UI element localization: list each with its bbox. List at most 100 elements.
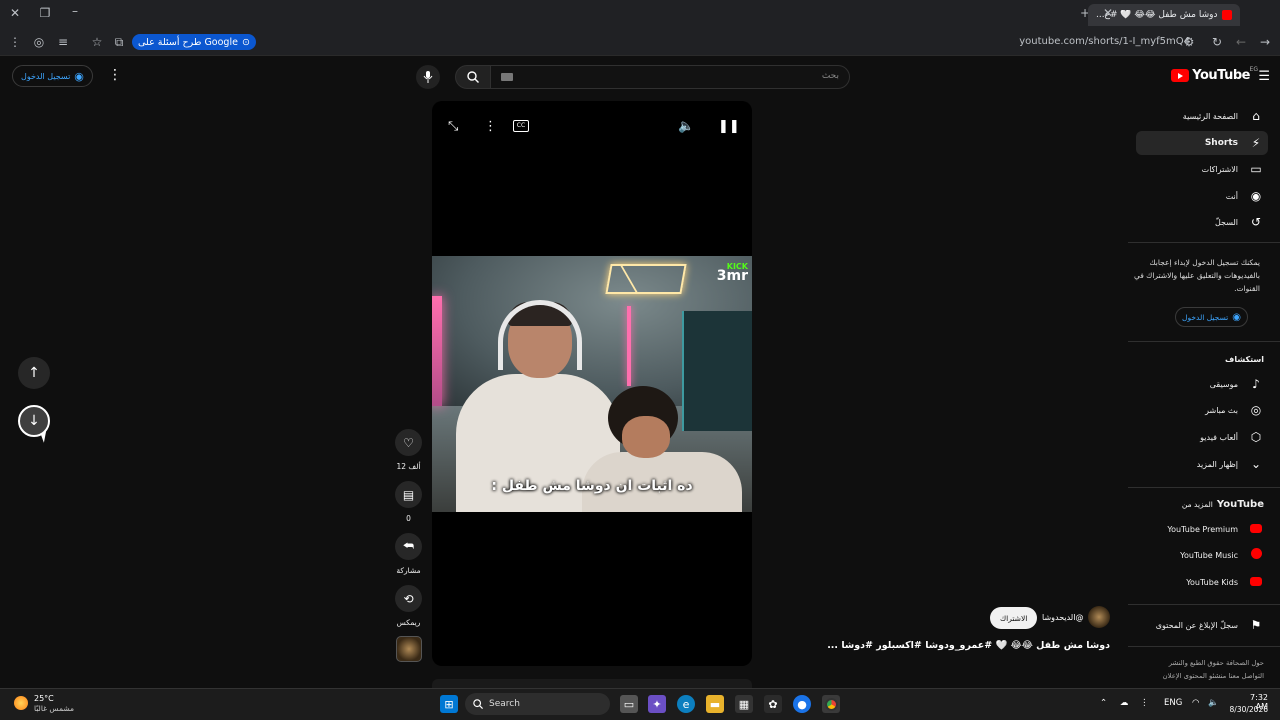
taskbar-search[interactable]: Search bbox=[465, 693, 610, 715]
settings-menu-icon[interactable]: ⋮ bbox=[108, 68, 122, 82]
more-options-icon[interactable]: ⋮ bbox=[484, 119, 497, 134]
more-from-youtube-heading: المزيد من YouTube bbox=[1182, 499, 1264, 510]
remix-button[interactable]: ⟲ bbox=[395, 585, 422, 612]
task-view-icon[interactable]: ▭ bbox=[620, 695, 638, 713]
share-button[interactable]: ⮪ bbox=[395, 533, 422, 560]
footer-links-1[interactable]: حول الصحافة حقوق الطبع والنشر bbox=[1124, 657, 1264, 670]
flag-icon: ⚑ bbox=[1250, 618, 1262, 632]
windows-start-icon[interactable]: ⊞ bbox=[440, 695, 458, 713]
previous-short-button[interactable]: ↑ bbox=[18, 357, 50, 389]
sidebar-item-history[interactable]: السجلّ ↺ bbox=[1136, 210, 1268, 234]
sidebar-item-label: السجلّ bbox=[1214, 217, 1238, 227]
more-heading-prefix: المزيد من bbox=[1181, 500, 1213, 509]
copilot-icon[interactable]: ✦ bbox=[648, 695, 666, 713]
sidebar-item-shorts[interactable]: Shorts ⚡ bbox=[1136, 131, 1268, 155]
clock-date[interactable]: 8/30/2026 bbox=[1226, 705, 1268, 714]
minimize-window-icon[interactable]: – bbox=[68, 4, 82, 18]
video-frame[interactable]: KICK 3mr ده اثبات ان دوشا مش طفل : bbox=[432, 256, 752, 512]
tray-app-icon[interactable]: ⋮ bbox=[1140, 698, 1149, 708]
channel-avatar[interactable] bbox=[1088, 606, 1110, 628]
forward-icon[interactable]: ← bbox=[1234, 35, 1248, 49]
sidebar-item-label: بث مباشر bbox=[1205, 405, 1238, 415]
tray-app-icon[interactable]: ☁ bbox=[1120, 698, 1129, 708]
language-indicator[interactable]: ENG bbox=[1164, 698, 1182, 708]
weather-sun-icon[interactable] bbox=[14, 696, 28, 710]
like-button[interactable]: ♡ bbox=[395, 429, 422, 456]
app-blue-icon[interactable]: ● bbox=[793, 695, 811, 713]
sidebar-item-music[interactable]: موسيقى ♪ bbox=[1136, 372, 1268, 396]
sign-in-label: تسجيل الدخول bbox=[21, 71, 71, 81]
search-placeholder: بحث bbox=[821, 71, 839, 81]
like-count: 12 ألف bbox=[396, 462, 421, 471]
sidebar-item-you[interactable]: أنت ◉ bbox=[1136, 184, 1268, 208]
keyboard-icon[interactable] bbox=[501, 73, 513, 81]
explore-heading: استكشاف bbox=[1225, 355, 1264, 364]
restore-window-icon[interactable]: ❐ bbox=[38, 6, 52, 20]
pause-icon[interactable]: ❚❚ bbox=[718, 119, 740, 134]
search-button[interactable] bbox=[455, 65, 491, 89]
app-icon[interactable]: ✿ bbox=[764, 695, 782, 713]
close-tab-icon[interactable]: ✕ bbox=[1101, 6, 1115, 20]
video-person-face bbox=[622, 416, 670, 458]
url-text[interactable]: youtube.com/shorts/1-I_myf5mQ4 bbox=[1019, 36, 1190, 47]
shorts-player[interactable]: ⤡ ⋮ CC 🔈 ❚❚ KICK 3mr ده اثبات ان دوشا مش… bbox=[432, 101, 752, 666]
reload-icon[interactable]: ↻ bbox=[1210, 35, 1224, 49]
hamburger-menu-icon[interactable]: ☰ bbox=[1258, 69, 1270, 84]
voice-search-button[interactable] bbox=[416, 65, 440, 89]
microphone-icon bbox=[423, 71, 433, 83]
lens-icon[interactable]: ◎ bbox=[32, 35, 46, 49]
youtube-logo[interactable]: YouTube EG bbox=[1171, 66, 1258, 83]
comments-button[interactable]: ▤ bbox=[395, 481, 422, 508]
sidebar-item-youtube-premium[interactable]: YouTube Premium bbox=[1136, 517, 1268, 541]
fullscreen-icon[interactable]: ⤡ bbox=[448, 119, 458, 134]
windows-taskbar bbox=[0, 688, 1280, 720]
back-icon[interactable]: → bbox=[1258, 35, 1272, 49]
search-input[interactable]: بحث bbox=[490, 65, 850, 89]
ask-google-button[interactable]: طرح أسئلة على Google ⊙ bbox=[132, 34, 256, 50]
wifi-icon[interactable]: ◠ bbox=[1192, 698, 1199, 708]
sound-channel-thumbnail[interactable] bbox=[396, 636, 422, 662]
sidebar-item-show-more[interactable]: إظهار المزيد ⌄ bbox=[1136, 452, 1268, 476]
subscriptions-icon: ▭ bbox=[1250, 162, 1262, 176]
video-overlay-brand: 3mr bbox=[716, 268, 748, 284]
channel-name[interactable]: @الديحدوشا bbox=[1042, 613, 1083, 622]
sidebar-item-youtube-kids[interactable]: YouTube Kids bbox=[1136, 570, 1268, 594]
video-light bbox=[432, 296, 442, 406]
sidebar-sign-in-button[interactable]: ◉ تسجيل الدخول bbox=[1175, 307, 1248, 327]
edge-icon[interactable]: e bbox=[677, 695, 695, 713]
browser-tab-bar: ✕ ❐ – + دوشا مش طفل 😂😂 🤍 #ع... ✕ bbox=[0, 0, 1280, 28]
tray-overflow-icon[interactable]: ⌃ bbox=[1100, 698, 1107, 708]
logo-region: EG bbox=[1249, 66, 1258, 73]
sign-in-button[interactable]: ◉ تسجيل الدخول bbox=[12, 65, 93, 87]
logo-text: YouTube bbox=[1192, 68, 1250, 83]
speaker-icon[interactable]: 🔈 bbox=[1208, 698, 1219, 708]
sidebar-item-subscriptions[interactable]: الاشتراكات ▭ bbox=[1136, 157, 1268, 181]
sidebar-item-report-history[interactable]: سجلّ الإبلاغ عن المحتوى ⚑ bbox=[1136, 613, 1268, 637]
reading-list-icon[interactable]: ≡ bbox=[56, 35, 70, 49]
subscribe-button[interactable]: الاشتراك bbox=[990, 607, 1038, 629]
volume-icon[interactable]: 🔈 bbox=[678, 119, 694, 134]
sidebar-item-home[interactable]: الصفحة الرئيسية ⌂ bbox=[1136, 104, 1268, 128]
more-heading-brand: YouTube bbox=[1216, 499, 1264, 510]
search-icon bbox=[467, 71, 479, 83]
share-page-icon[interactable]: ⧉ bbox=[112, 35, 126, 49]
weather-temperature[interactable]: 25°C bbox=[34, 694, 54, 703]
sidebar-signin-note: يمكنك تسجيل الدخول لإبداء إعجابك بالفيدي… bbox=[1133, 258, 1260, 293]
weather-description: مشمس غالبًا bbox=[34, 704, 75, 713]
video-shelf bbox=[682, 311, 752, 431]
store-icon[interactable]: ▦ bbox=[735, 695, 753, 713]
sidebar-item-youtube-music[interactable]: YouTube Music bbox=[1136, 543, 1268, 567]
bookmark-star-icon[interactable]: ☆ bbox=[90, 35, 104, 49]
file-explorer-icon[interactable]: ▬ bbox=[706, 695, 724, 713]
video-title[interactable]: دوشا مش طفل 😂😂 🤍 #عمرو_ودوشا #اكسبلور #د… bbox=[827, 640, 1110, 651]
sidebar-item-live[interactable]: بث مباشر ◎ bbox=[1136, 398, 1268, 422]
footer-links-2[interactable]: التواصل معنا منشئو المحتوى الإعلان bbox=[1124, 670, 1264, 683]
gaming-icon: ⬡ bbox=[1250, 430, 1262, 444]
browser-menu-icon[interactable]: ⋮ bbox=[8, 35, 22, 49]
youtube-play-icon bbox=[1171, 69, 1190, 82]
sidebar-item-label: YouTube Premium bbox=[1167, 524, 1238, 534]
captions-icon[interactable]: CC bbox=[513, 120, 529, 132]
sidebar-item-gaming[interactable]: ألعاب فيديو ⬡ bbox=[1136, 425, 1268, 449]
chrome-icon[interactable] bbox=[822, 695, 840, 713]
close-window-icon[interactable]: ✕ bbox=[8, 6, 22, 20]
